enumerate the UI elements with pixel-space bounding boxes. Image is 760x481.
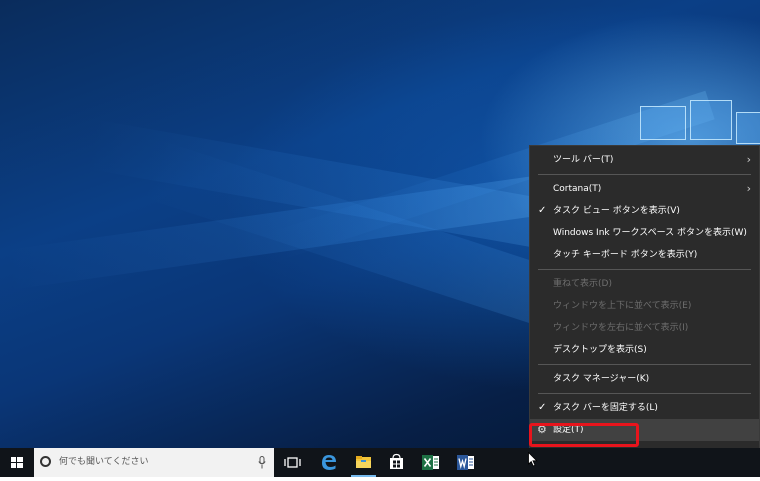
menu-item-label: Cortana(T) — [553, 184, 602, 194]
windows-logo-icon — [11, 457, 23, 468]
start-button[interactable] — [0, 448, 34, 477]
menu-item-show-task-view-button[interactable]: ✓ タスク ビュー ボタンを表示(V) — [530, 200, 759, 222]
microphone-icon[interactable] — [258, 456, 266, 469]
edge-icon — [322, 455, 336, 470]
search-placeholder: 何でも聞いてください — [59, 457, 149, 467]
menu-separator — [538, 269, 751, 270]
menu-item-label: タッチ キーボード ボタンを表示(Y) — [553, 250, 698, 260]
mouse-cursor-icon — [528, 452, 538, 467]
store-button[interactable] — [380, 448, 413, 477]
menu-item-show-desktop[interactable]: デスクトップを表示(S) — [530, 339, 759, 361]
excel-button[interactable] — [414, 448, 447, 477]
menu-item-lock-taskbar[interactable]: ✓ タスク バーを固定する(L) — [530, 397, 759, 419]
word-button[interactable] — [449, 448, 482, 477]
task-view-icon — [284, 457, 301, 468]
menu-item-label: ウィンドウを上下に並べて表示(E) — [553, 301, 692, 311]
task-view-button[interactable] — [276, 448, 309, 477]
menu-item-show-ink-workspace-button[interactable]: Windows Ink ワークスペース ボタンを表示(W) — [530, 222, 759, 244]
windows-logo-light-pane — [690, 100, 732, 140]
menu-item-cortana[interactable]: Cortana(T) › — [530, 178, 759, 200]
excel-icon — [422, 455, 439, 470]
file-explorer-button[interactable] — [347, 448, 380, 477]
menu-separator — [538, 174, 751, 175]
file-explorer-icon — [356, 456, 371, 468]
menu-item-toolbars[interactable]: ツール バー(T) › — [530, 149, 759, 171]
chevron-right-icon: › — [746, 182, 751, 195]
menu-item-stack-windows: ウィンドウを上下に並べて表示(E) — [530, 295, 759, 317]
edge-button[interactable] — [312, 448, 345, 477]
taskbar: 何でも聞いてください — [0, 448, 760, 477]
menu-item-show-touch-keyboard-button[interactable]: タッチ キーボード ボタンを表示(Y) — [530, 244, 759, 266]
menu-item-label: 重ねて表示(D) — [553, 279, 612, 289]
red-highlight-annotation — [529, 423, 639, 447]
word-icon — [457, 455, 474, 470]
menu-separator — [538, 393, 751, 394]
menu-item-side-by-side-windows: ウィンドウを左右に並べて表示(I) — [530, 317, 759, 339]
menu-item-label: デスクトップを表示(S) — [553, 345, 647, 355]
menu-item-label: ウィンドウを左右に並べて表示(I) — [553, 323, 689, 333]
menu-item-cascade-windows: 重ねて表示(D) — [530, 273, 759, 295]
chevron-right-icon: › — [746, 153, 751, 166]
menu-item-task-manager[interactable]: タスク マネージャー(K) — [530, 368, 759, 390]
windows-logo-light-pane — [736, 112, 760, 144]
windows-logo-light-pane — [640, 106, 686, 140]
menu-item-label: ツール バー(T) — [553, 155, 614, 165]
taskbar-context-menu: ツール バー(T) › Cortana(T) › ✓ タスク ビュー ボタンを表… — [529, 145, 760, 450]
cortana-icon — [40, 456, 51, 467]
checkmark-icon: ✓ — [538, 205, 547, 216]
menu-item-label: タスク バーを固定する(L) — [553, 403, 658, 413]
menu-separator — [538, 364, 751, 365]
menu-item-label: タスク マネージャー(K) — [553, 374, 650, 384]
checkmark-icon: ✓ — [538, 402, 547, 413]
menu-item-label: タスク ビュー ボタンを表示(V) — [553, 206, 680, 216]
menu-item-label: Windows Ink ワークスペース ボタンを表示(W) — [553, 228, 747, 238]
store-icon — [390, 453, 403, 469]
search-box[interactable]: 何でも聞いてください — [34, 448, 274, 477]
